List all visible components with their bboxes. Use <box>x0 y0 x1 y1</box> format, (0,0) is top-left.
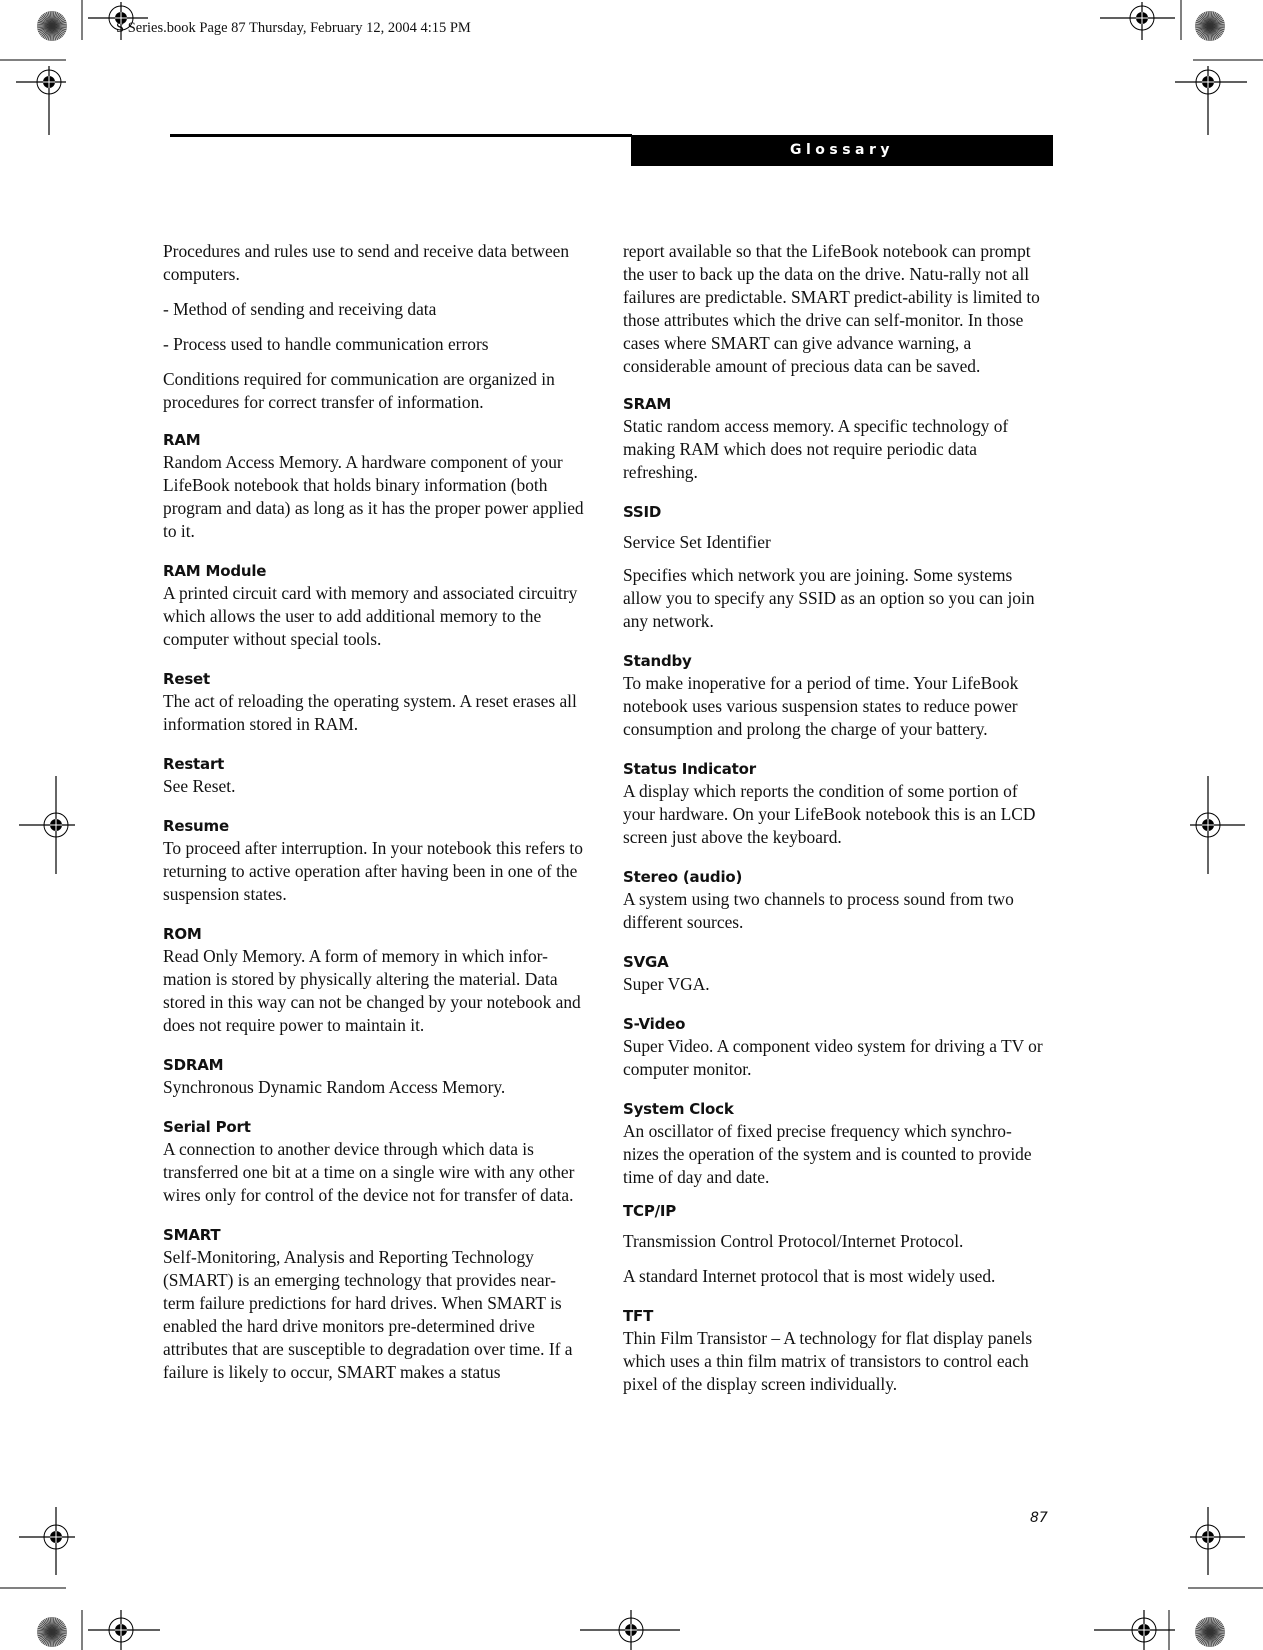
glossary-entry: SDRAM Synchronous Dynamic Random Access … <box>163 1055 587 1099</box>
glossary-term: S-Video <box>623 1015 686 1033</box>
glossary-definition-extra: Specifies which network you are joining.… <box>623 565 1035 631</box>
glossary-definition: A system using two channels to process s… <box>623 889 1014 932</box>
glossary-entry: RAM Random Access Memory. A hardware com… <box>163 430 587 543</box>
glossary-definition: Thin Film Transistor – A technology for … <box>623 1328 1033 1394</box>
continued-paragraph: report available so that the LifeBook no… <box>623 241 1040 376</box>
glossary-entry: Status Indicator A display which reports… <box>623 759 1047 849</box>
glossary-term: Serial Port <box>163 1118 251 1136</box>
header-rule <box>170 134 632 137</box>
glossary-term: SVGA <box>623 953 669 971</box>
glossary-definition: Static random access memory. A specific … <box>623 416 1009 482</box>
glossary-definition: Super Video. A component video system fo… <box>623 1036 1043 1079</box>
glossary-definition: Self-Monitoring, Analysis and Reporting … <box>163 1247 573 1382</box>
glossary-entry: SSID Service Set Identifier Specifies wh… <box>623 502 1047 633</box>
glossary-term: SDRAM <box>163 1056 224 1074</box>
glossary-definition: A display which reports the condition of… <box>623 781 1036 847</box>
glossary-term: SMART <box>163 1226 221 1244</box>
glossary-entry: RAM Module A printed circuit card with m… <box>163 561 587 651</box>
glossary-definition: A connection to another device through w… <box>163 1139 575 1205</box>
glossary-term: RAM <box>163 431 201 449</box>
glossary-definition: See Reset. <box>163 776 236 796</box>
glossary-term: RAM Module <box>163 562 267 580</box>
glossary-term: SSID <box>623 503 662 521</box>
glossary-term: Reset <box>163 670 210 688</box>
glossary-entry: SRAM Static random access memory. A spec… <box>623 394 1047 484</box>
glossary-term: TFT <box>623 1307 654 1325</box>
print-slug: S Series.book Page 87 Thursday, February… <box>116 20 471 36</box>
glossary-term: Standby <box>623 652 692 670</box>
glossary-term: ROM <box>163 925 202 943</box>
glossary-definition: The act of reloading the operating syste… <box>163 691 577 734</box>
glossary-entry: Serial Port A connection to another devi… <box>163 1117 587 1207</box>
glossary-term: Status Indicator <box>623 760 756 778</box>
section-header-bar: Glossary <box>631 135 1053 166</box>
glossary-entry: TCP/IP Transmission Control Protocol/Int… <box>623 1201 1047 1288</box>
glossary-definition: Service Set Identifier <box>623 532 771 552</box>
glossary-entry: SVGA Super VGA. <box>623 952 1047 996</box>
glossary-definition: To make inoperative for a period of time… <box>623 673 1019 739</box>
glossary-entry: Stereo (audio) A system using two channe… <box>623 867 1047 934</box>
glossary-entry: S-Video Super Video. A component video s… <box>623 1014 1047 1081</box>
intro-bullet: - Method of sending and receiving data <box>163 299 437 319</box>
glossary-term: SRAM <box>623 395 672 413</box>
glossary-definition: To proceed after interruption. In your n… <box>163 838 583 904</box>
intro-bullet: - Process used to handle communication e… <box>163 334 489 354</box>
glossary-entry: Standby To make inoperative for a period… <box>623 651 1047 741</box>
glossary-term: Resume <box>163 817 229 835</box>
glossary-definition: A printed circuit card with memory and a… <box>163 583 578 649</box>
glossary-term: System Clock <box>623 1100 734 1118</box>
glossary-definition: Super VGA. <box>623 974 710 994</box>
intro-paragraph: Procedures and rules use to send and rec… <box>163 241 570 284</box>
glossary-entry: Restart See Reset. <box>163 754 587 798</box>
section-title: Glossary <box>789 142 895 158</box>
glossary-entry: Resume To proceed after interruption. In… <box>163 816 587 906</box>
glossary-definition: Synchronous Dynamic Random Access Memory… <box>163 1077 506 1097</box>
glossary-definition: An oscillator of fixed precise frequency… <box>623 1121 1032 1187</box>
right-column: report available so that the LifeBook no… <box>623 240 1047 1414</box>
page-number: 87 <box>1030 1510 1048 1526</box>
glossary-entry: Reset The act of reloading the operating… <box>163 669 587 736</box>
glossary-definition: Read Only Memory. A form of memory in wh… <box>163 946 581 1035</box>
glossary-entry: ROM Read Only Memory. A form of memory i… <box>163 924 587 1037</box>
glossary-entry: TFT Thin Film Transistor – A technology … <box>623 1306 1047 1396</box>
glossary-term: Restart <box>163 755 225 773</box>
glossary-term: Stereo (audio) <box>623 868 743 886</box>
glossary-definition: Transmission Control Protocol/Internet P… <box>623 1231 964 1251</box>
left-column: Procedures and rules use to send and rec… <box>163 240 587 1402</box>
glossary-definition: Random Access Memory. A hardware compone… <box>163 452 584 541</box>
glossary-entry: System Clock An oscillator of fixed prec… <box>623 1099 1047 1189</box>
glossary-term: TCP/IP <box>623 1202 677 1220</box>
glossary-entry: SMART Self-Monitoring, Analysis and Repo… <box>163 1225 587 1384</box>
glossary-definition-extra: A standard Internet protocol that is mos… <box>623 1266 996 1286</box>
intro-paragraph: Conditions required for communication ar… <box>163 369 555 412</box>
